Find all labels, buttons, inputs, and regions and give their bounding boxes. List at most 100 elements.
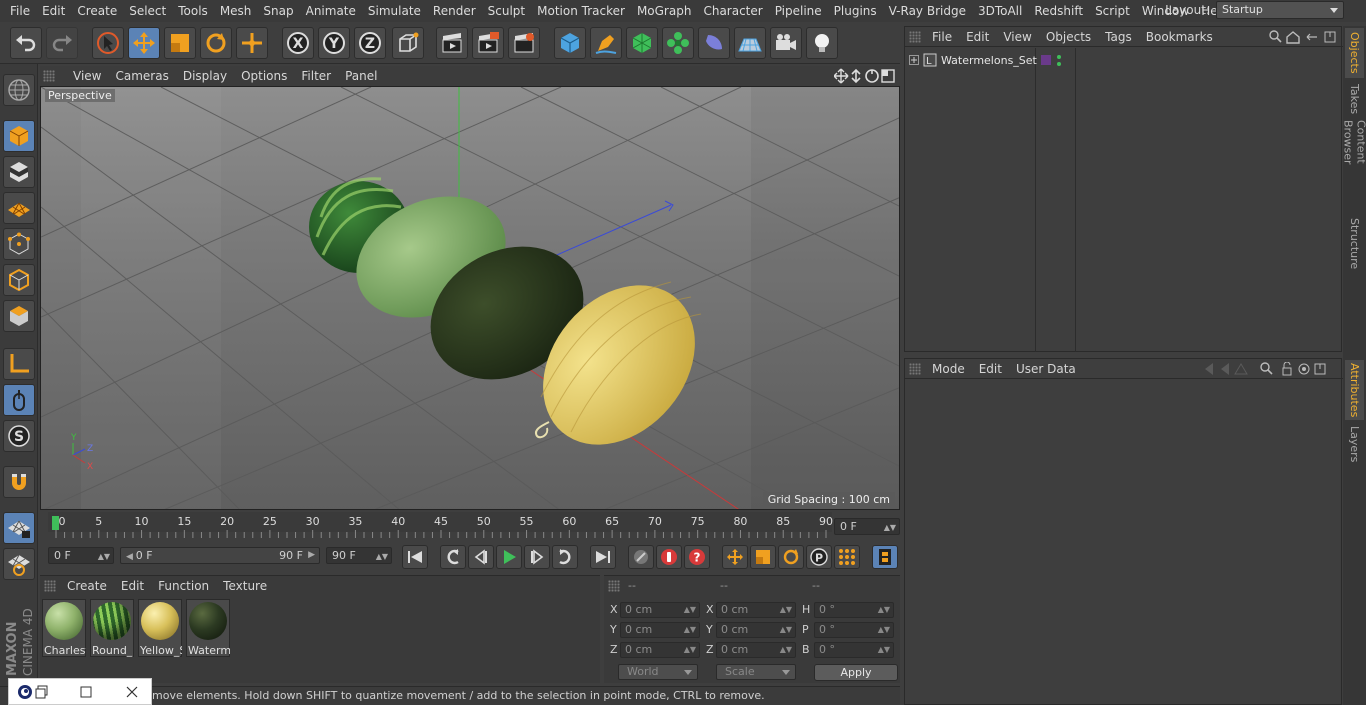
- make-editable-button[interactable]: [3, 74, 35, 106]
- key-position-button[interactable]: [722, 545, 748, 569]
- viewport-menu-options[interactable]: Options: [234, 69, 294, 83]
- tab-content-browser[interactable]: Content Browser: [1342, 120, 1366, 210]
- panel-grip-icon[interactable]: [44, 580, 56, 592]
- position-x-field[interactable]: 0 cm ▲▼: [620, 602, 700, 618]
- axis-mode-button[interactable]: [3, 348, 35, 380]
- transform-tool-button[interactable]: [236, 27, 268, 59]
- menu-redshift[interactable]: Redshift: [1028, 4, 1089, 18]
- material-menu-function[interactable]: Function: [151, 579, 216, 593]
- viewport-menu-panel[interactable]: Panel: [338, 69, 384, 83]
- viewport-menu-cameras[interactable]: Cameras: [108, 69, 175, 83]
- object-menu-bookmarks[interactable]: Bookmarks: [1139, 30, 1220, 44]
- key-rotation-button[interactable]: [778, 545, 804, 569]
- menu-simulate[interactable]: Simulate: [362, 4, 427, 18]
- object-menu-objects[interactable]: Objects: [1039, 30, 1098, 44]
- material-swatch[interactable]: Yellow_S: [138, 599, 182, 657]
- rotation-h-field[interactable]: 0 ° ▲▼: [814, 602, 894, 618]
- record-active-objects-button[interactable]: [656, 545, 682, 569]
- add-floor-button[interactable]: [734, 27, 766, 59]
- panel-grip-icon[interactable]: [608, 580, 620, 592]
- object-menu-tags[interactable]: Tags: [1098, 30, 1139, 44]
- panel-grip-icon[interactable]: [43, 70, 55, 82]
- redo-button[interactable]: [46, 27, 78, 59]
- preview-range-slider[interactable]: ◀ 0 F 90 F ▶: [120, 547, 320, 564]
- size-z-field[interactable]: 0 cm ▲▼: [716, 642, 796, 658]
- edges-mode-button[interactable]: [3, 264, 35, 296]
- viewport-nav-icons[interactable]: [834, 68, 896, 84]
- coordinate-mode-select[interactable]: Scale: [716, 664, 796, 680]
- tab-takes[interactable]: Takes: [1345, 82, 1364, 116]
- material-menu-texture[interactable]: Texture: [216, 579, 274, 593]
- render-to-picture-viewer-button[interactable]: [472, 27, 504, 59]
- expand-plus-icon[interactable]: [909, 55, 919, 65]
- attribute-menu-mode[interactable]: Mode: [925, 362, 972, 376]
- previous-frame-button[interactable]: [468, 545, 494, 569]
- close-icon[interactable]: [125, 685, 139, 699]
- autokeying-button[interactable]: ?: [684, 545, 710, 569]
- menu-mesh[interactable]: Mesh: [214, 4, 258, 18]
- material-swatch[interactable]: Round_: [90, 599, 134, 657]
- render-view-button[interactable]: [436, 27, 468, 59]
- coordinate-space-select[interactable]: World: [618, 664, 698, 680]
- workplane-mode-button[interactable]: [3, 192, 35, 224]
- menu-animate[interactable]: Animate: [300, 4, 362, 18]
- restore-icon[interactable]: [35, 685, 49, 699]
- menu-render[interactable]: Render: [427, 4, 482, 18]
- next-frame-button[interactable]: [524, 545, 550, 569]
- attribute-header-icons[interactable]: [1199, 362, 1339, 376]
- add-light-button[interactable]: [806, 27, 838, 59]
- render-settings-button[interactable]: [508, 27, 540, 59]
- layout-select[interactable]: Startup: [1216, 1, 1344, 19]
- position-z-field[interactable]: 0 cm ▲▼: [620, 642, 700, 658]
- tab-attributes[interactable]: Attributes: [1345, 360, 1364, 420]
- play-forward-button[interactable]: [496, 545, 522, 569]
- attribute-menu-user-data[interactable]: User Data: [1009, 362, 1083, 376]
- timeline-window-button[interactable]: [872, 545, 898, 569]
- object-menu-file[interactable]: File: [925, 30, 959, 44]
- key-scale-button[interactable]: [750, 545, 776, 569]
- rotation-b-field[interactable]: 0 ° ▲▼: [814, 642, 894, 658]
- current-frame-field[interactable]: 0 F ▲▼: [834, 518, 900, 535]
- add-spline-pen-button[interactable]: [590, 27, 622, 59]
- go-to-end-button[interactable]: [590, 545, 616, 569]
- attribute-menu-edit[interactable]: Edit: [972, 362, 1009, 376]
- object-row[interactable]: L Watermelons_Set: [909, 53, 1037, 67]
- undo-button[interactable]: [10, 27, 42, 59]
- tab-structure[interactable]: Structure: [1345, 216, 1364, 272]
- add-deformer-button[interactable]: [698, 27, 730, 59]
- snap-toggle-button[interactable]: S: [3, 420, 35, 452]
- next-key-button[interactable]: [552, 545, 578, 569]
- add-camera-button[interactable]: [770, 27, 802, 59]
- scale-tool-button[interactable]: [164, 27, 196, 59]
- tab-layers[interactable]: Layers: [1345, 424, 1364, 464]
- tweak-mode-button[interactable]: [3, 384, 35, 416]
- rotation-p-field[interactable]: 0 ° ▲▼: [814, 622, 894, 638]
- viewport-camera-label[interactable]: Perspective: [45, 89, 115, 102]
- coordinate-system-button[interactable]: [392, 27, 424, 59]
- key-parameter-button[interactable]: P: [806, 545, 832, 569]
- panel-grip-icon[interactable]: [909, 363, 921, 375]
- locked-workplane-button[interactable]: [3, 512, 35, 544]
- end-frame-field[interactable]: 90 F ▲▼: [326, 547, 392, 564]
- render-visibility-dot[interactable]: [1057, 62, 1061, 66]
- add-mograph-cloner-button[interactable]: [662, 27, 694, 59]
- material-swatch[interactable]: Waterm: [186, 599, 230, 657]
- menu-character[interactable]: Character: [697, 4, 768, 18]
- size-y-field[interactable]: 0 cm ▲▼: [716, 622, 796, 638]
- object-header-icons[interactable]: [1269, 30, 1339, 44]
- perspective-viewport[interactable]: Y Z X Perspective Grid Spacing : 100 cm: [40, 86, 900, 510]
- menu-3dtoall[interactable]: 3DToAll: [972, 4, 1028, 18]
- menu-select[interactable]: Select: [123, 4, 172, 18]
- menu-plugins[interactable]: Plugins: [828, 4, 883, 18]
- panel-grip-icon[interactable]: [909, 31, 921, 43]
- menu-vray-bridge[interactable]: V-Ray Bridge: [883, 4, 972, 18]
- menu-file[interactable]: File: [4, 4, 36, 18]
- menu-pipeline[interactable]: Pipeline: [769, 4, 828, 18]
- viewport-menu-view[interactable]: View: [66, 69, 108, 83]
- y-axis-lock-button[interactable]: Y: [318, 27, 350, 59]
- viewport-menu-filter[interactable]: Filter: [294, 69, 338, 83]
- viewport-menu-display[interactable]: Display: [176, 69, 234, 83]
- menu-script[interactable]: Script: [1089, 4, 1136, 18]
- z-axis-lock-button[interactable]: Z: [354, 27, 386, 59]
- model-mode-button[interactable]: [3, 120, 35, 152]
